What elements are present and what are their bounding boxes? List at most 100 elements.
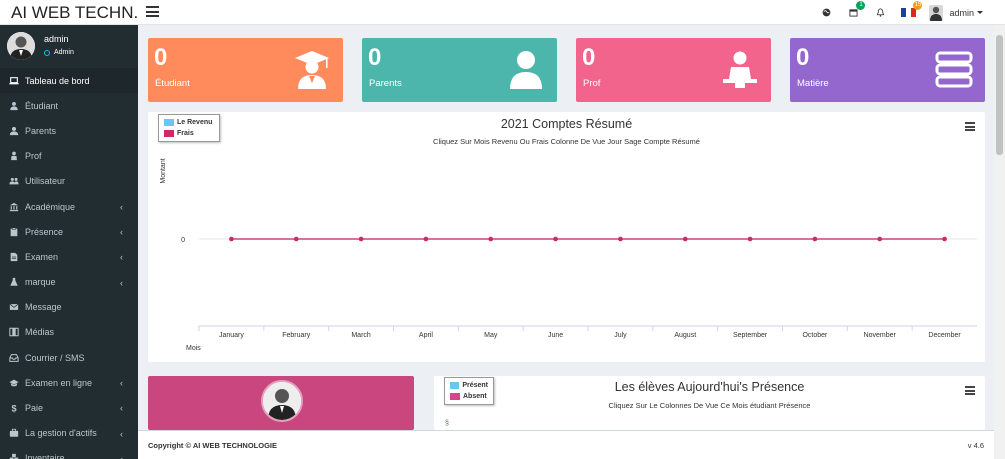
top-navbar: AI WEB TECHN.. 1 15 admin <box>0 0 1005 25</box>
sidebar-item-11[interactable]: Courrier / SMS <box>0 345 138 370</box>
online-status-icon <box>44 49 50 56</box>
data-point <box>747 236 753 242</box>
svg-text:$: $ <box>11 403 16 413</box>
x-tick-label: November <box>864 332 897 339</box>
stat-value: 0 <box>368 44 382 71</box>
x-tick-label: February <box>282 332 311 339</box>
x-tick-label: January <box>219 332 244 339</box>
sidebar-item-2[interactable]: Parents <box>0 118 138 143</box>
bell-icon[interactable] <box>873 6 887 20</box>
accounts-line-chart: 0 Montant January February March April May June… <box>160 158 977 352</box>
data-point <box>423 236 429 242</box>
globe-icon[interactable] <box>819 6 833 20</box>
user-icon <box>507 49 545 89</box>
data-point <box>229 236 234 242</box>
sidebar-item-13[interactable]: $ Paie ‹ <box>0 395 138 420</box>
profile-card <box>148 376 414 430</box>
sidebar-item-label: Paie <box>25 403 44 414</box>
page-scrollbar[interactable] <box>994 25 1005 459</box>
language-flag-icon[interactable]: 15 <box>901 1 923 17</box>
graduate-icon <box>293 49 331 89</box>
attendance-axis-label: § <box>445 420 449 427</box>
chevron-left-icon: ‹ <box>120 227 123 238</box>
x-tick-label: August <box>674 332 696 339</box>
x-tick-label: December <box>928 332 961 339</box>
attendance-menu-icon[interactable] <box>965 386 975 395</box>
sidebar-item-label: Prof <box>25 151 42 162</box>
flag-badge: 15 <box>913 1 923 10</box>
chevron-left-icon: ‹ <box>120 252 123 263</box>
chevron-left-icon: ‹ <box>120 428 123 439</box>
chevron-left-icon: ‹ <box>120 378 123 389</box>
flask-icon <box>9 277 19 287</box>
sidebar-menu: Tableau de bord Étudiant Parents Prof Utilis… <box>0 68 138 459</box>
data-point <box>682 236 688 242</box>
attendance-subtitle[interactable]: Cliquez Sur Le Colonnes De Vue Ce Mois é… <box>434 401 985 410</box>
sidebar-item-12[interactable]: Examen en ligne ‹ <box>0 370 138 395</box>
chevron-left-icon: ‹ <box>120 277 123 288</box>
stat-label: Prof <box>583 78 601 89</box>
x-tick-label: September <box>733 332 768 339</box>
stat-box-0[interactable]: 0 Étudiant <box>148 38 343 102</box>
calendar-badge: 1 <box>856 0 866 10</box>
stat-box-3[interactable]: 0 Matière <box>790 38 985 102</box>
stat-box-2[interactable]: 0 Prof <box>576 38 771 102</box>
avatar <box>7 32 35 60</box>
inbox-icon <box>9 353 19 362</box>
user-menu[interactable]: admin <box>929 4 983 21</box>
accounts-chart-panel: 2021 Comptes Résumé Cliquez Sur Mois Rev… <box>148 112 985 362</box>
sidebar-item-10[interactable]: Médias <box>0 320 138 345</box>
x-axis-label: Mois <box>186 345 201 352</box>
sidebar-item-label: La gestion d'actifs <box>25 428 97 439</box>
sidebar-item-label: Inventaire <box>25 453 65 459</box>
sidebar-user-role-label: Admin <box>54 49 74 56</box>
brand-logo[interactable]: AI WEB TECHN.. <box>0 0 138 25</box>
sidebar-item-3[interactable]: Prof <box>0 144 138 169</box>
sidebar-item-7[interactable]: Examen ‹ <box>0 244 138 269</box>
sidebar-item-14[interactable]: La gestion d'actifs ‹ <box>0 421 138 446</box>
sidebar-item-5[interactable]: Académique ‹ <box>0 194 138 219</box>
sidebar-user-role: Admin <box>44 49 74 56</box>
attendance-legend: Présent Absent <box>444 377 494 405</box>
university-icon <box>9 202 19 211</box>
legend-swatch <box>450 393 460 400</box>
sidebar-item-9[interactable]: Message <box>0 295 138 320</box>
stat-value: 0 <box>796 44 810 71</box>
footer-copyright: Copyright © AI WEB TECHNOLOGIE <box>148 441 277 450</box>
legend-item[interactable]: Présent <box>450 380 488 391</box>
scrollbar-thumb[interactable] <box>996 35 1003 155</box>
footer: Copyright © AI WEB TECHNOLOGIE v 4.6 <box>138 430 994 459</box>
stat-box-1[interactable]: 0 Parents <box>362 38 557 102</box>
chevron-left-icon: ‹ <box>120 201 123 212</box>
stat-value: 0 <box>154 44 168 71</box>
sidebar-toggle-icon[interactable] <box>146 6 159 17</box>
x-tick-label: October <box>802 332 828 339</box>
sidebar-user-name: admin <box>44 34 69 44</box>
calendar-icon[interactable]: 1 <box>846 0 866 20</box>
footer-version: v 4.6 <box>967 441 984 450</box>
briefcase-icon <box>9 429 19 438</box>
x-tick-label: June <box>548 332 563 339</box>
sidebar-item-6[interactable]: Présence ‹ <box>0 219 138 244</box>
sidebar-item-label: Tableau de bord <box>25 75 90 86</box>
user-icon <box>9 126 19 136</box>
avatar <box>929 4 944 21</box>
sidebar-item-8[interactable]: marque ‹ <box>0 270 138 295</box>
stat-label: Étudiant <box>155 78 190 89</box>
data-point <box>618 236 623 242</box>
stat-value: 0 <box>582 44 596 71</box>
sidebar-item-label: Présence <box>25 226 64 237</box>
y-tick-label: 0 <box>181 237 185 244</box>
legend-item[interactable]: Absent <box>450 391 488 402</box>
sidebar: admin Admin Tableau de bord Étudiant Paren… <box>0 25 138 459</box>
attendance-title: Les élèves Aujourd'hui's Présence <box>614 380 805 394</box>
sidebar-item-1[interactable]: Étudiant <box>0 93 138 118</box>
x-tick-label: May <box>484 332 498 339</box>
data-point <box>358 236 364 242</box>
sidebar-item-15[interactable]: Inventaire ‹ <box>0 446 138 459</box>
sidebar-item-label: Utilisateur <box>25 176 66 187</box>
sidebar-item-0[interactable]: Tableau de bord <box>0 68 138 94</box>
sidebar-item-4[interactable]: Utilisateur <box>0 169 138 194</box>
user-name-label: admin <box>949 7 974 18</box>
legend-label: Présent <box>462 382 488 389</box>
